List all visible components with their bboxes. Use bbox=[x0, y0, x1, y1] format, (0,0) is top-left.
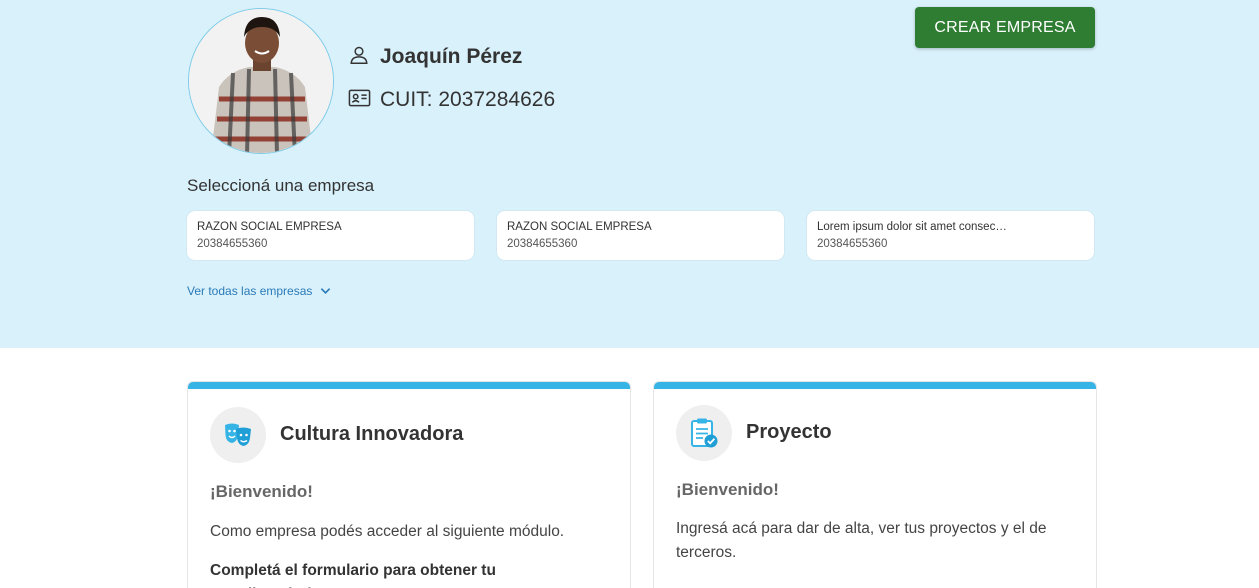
theater-masks-icon bbox=[210, 407, 266, 463]
see-all-companies-link[interactable]: Ver todas las empresas bbox=[187, 284, 331, 298]
chevron-down-icon bbox=[312, 284, 331, 298]
company-name: Lorem ipsum dolor sit amet consectetur a… bbox=[817, 221, 1007, 233]
user-avatar bbox=[188, 8, 334, 154]
module-title: Cultura Innovadora bbox=[280, 423, 464, 445]
company-cuit: 20384655360 bbox=[507, 238, 578, 250]
company-card[interactable]: RAZON SOCIAL EMPRESA 20384655360 bbox=[497, 211, 784, 260]
module-cta-text: Completá el formulario para obtener tu a… bbox=[210, 562, 496, 588]
clipboard-check-icon bbox=[676, 405, 732, 461]
module-title: Proyecto bbox=[746, 421, 832, 443]
user-cuit: CUIT: 2037284626 bbox=[380, 88, 556, 111]
module-description: Ingresá acá para dar de alta, ver tus pr… bbox=[676, 520, 1047, 561]
card-accent-bar bbox=[654, 382, 1096, 389]
module-card-cultura-innovadora[interactable]: Cultura Innovadora ¡Bienvenido! Como emp… bbox=[187, 381, 631, 588]
module-card-proyecto[interactable]: Proyecto ¡Bienvenido! Ingresá acá para d… bbox=[653, 381, 1097, 588]
profile-header: Joaquín Pérez CUIT: 2037284626 CREAR EMP… bbox=[0, 0, 1259, 348]
module-welcome: ¡Bienvenido! bbox=[676, 480, 779, 499]
user-name: Joaquín Pérez bbox=[380, 45, 523, 68]
company-cuit: 20384655360 bbox=[817, 238, 888, 250]
see-all-label: Ver todas las empresas bbox=[187, 284, 313, 298]
select-company-title: Seleccioná una empresa bbox=[187, 176, 375, 195]
user-name-row: Joaquín Pérez bbox=[348, 43, 522, 71]
company-card[interactable]: Lorem ipsum dolor sit amet consectetur a… bbox=[807, 211, 1094, 260]
module-welcome: ¡Bienvenido! bbox=[210, 482, 313, 501]
card-accent-bar bbox=[188, 382, 630, 389]
company-name: RAZON SOCIAL EMPRESA bbox=[197, 221, 342, 233]
company-cuit: 20384655360 bbox=[197, 238, 268, 250]
id-card-icon bbox=[348, 88, 371, 113]
user-cuit-row: CUIT: 2037284626 bbox=[348, 86, 555, 114]
company-name: RAZON SOCIAL EMPRESA bbox=[507, 221, 652, 233]
module-description: Como empresa podés acceder al siguiente … bbox=[210, 523, 565, 540]
person-icon bbox=[348, 44, 370, 71]
create-company-button[interactable]: CREAR EMPRESA bbox=[915, 7, 1095, 48]
company-card[interactable]: RAZON SOCIAL EMPRESA 20384655360 bbox=[187, 211, 474, 260]
